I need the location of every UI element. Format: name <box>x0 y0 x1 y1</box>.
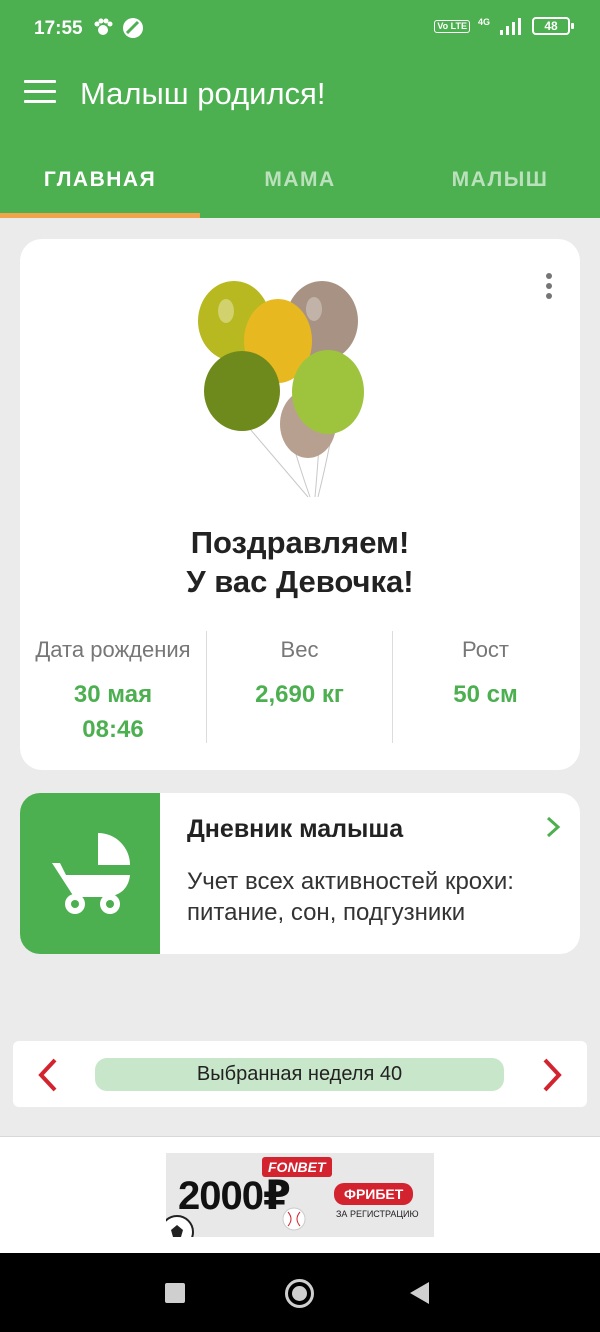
paw-notification-icon <box>94 18 113 35</box>
birth-card: Поздравляем! У вас Девочка! Дата рождени… <box>20 239 580 770</box>
chevron-right-icon[interactable] <box>537 1057 567 1093</box>
baby-diary-card[interactable]: Дневник малыша Учет всех активностей кро… <box>20 793 580 954</box>
balloons-image <box>198 281 364 498</box>
signal-icon <box>500 18 521 35</box>
congrats-heading: Поздравляем! У вас Девочка! <box>20 523 580 601</box>
network-type: 4G <box>477 17 490 27</box>
selected-week-pill[interactable]: Выбранная неделя 40 <box>95 1058 504 1091</box>
sync-notification-icon <box>123 18 143 38</box>
stat-birth-date: Дата рождения 30 мая 08:46 <box>20 631 206 743</box>
status-bar: 17:55 Vo LTE 4G 48 <box>0 0 600 58</box>
week-selector: Выбранная неделя 40 <box>13 1041 587 1107</box>
tab-main[interactable]: ГЛАВНАЯ <box>0 142 200 218</box>
ball-icon <box>282 1207 306 1231</box>
nav-recents-icon[interactable] <box>165 1283 185 1303</box>
weight-value: 2,690 кг <box>255 681 344 708</box>
app-title: Малыш родился! <box>80 76 326 111</box>
stat-label: Дата рождения <box>35 637 191 662</box>
stat-label: Рост <box>461 637 510 662</box>
stroller-icon <box>52 833 130 914</box>
top-bar: 17:55 Vo LTE 4G 48 Малыш родился! ГЛАВНА… <box>0 0 600 218</box>
volte-indicator: Vo LTE <box>434 19 470 33</box>
congrats-line-1: Поздравляем! <box>190 525 410 560</box>
nav-home-icon[interactable] <box>285 1279 314 1308</box>
diary-description: Учет всех активностей крохи: питание, со… <box>187 868 514 926</box>
diary-title: Дневник малыша <box>187 815 404 843</box>
status-time: 17:55 <box>34 18 83 39</box>
tab-mom[interactable]: МАМА <box>200 142 400 218</box>
ad-banner-area: FONBET 2000₽ ФРИБЕТ ЗА РЕГИСТРАЦИЮ <box>0 1136 600 1253</box>
tab-bar: ГЛАВНАЯ МАМА МАЛЫШ <box>0 142 600 218</box>
stat-height: Рост 50 см <box>392 631 578 743</box>
stat-value: 30 мая 08:46 <box>20 677 206 747</box>
chevron-left-icon[interactable] <box>33 1057 63 1093</box>
ad-amount: 2000₽ <box>178 1174 291 1218</box>
tab-baby[interactable]: МАЛЫШ <box>400 142 600 218</box>
ad-badge: ФРИБЕТ <box>334 1183 414 1205</box>
battery-indicator: 48 <box>532 17 574 35</box>
app-bar: Малыш родился! <box>0 58 600 138</box>
chevron-right-icon <box>546 816 561 838</box>
ball-icon <box>166 1215 194 1237</box>
congrats-line-2: У вас Девочка! <box>186 564 414 599</box>
stat-weight: Вес 2,690 кг <box>206 631 392 743</box>
stat-label: Вес <box>280 637 319 662</box>
nav-back-icon[interactable] <box>410 1282 429 1304</box>
menu-icon[interactable] <box>24 80 56 106</box>
ad-banner[interactable]: FONBET 2000₽ ФРИБЕТ ЗА РЕГИСТРАЦИЮ <box>166 1153 434 1237</box>
height-value: 50 см <box>453 681 518 708</box>
birth-time-value: 08:46 <box>82 716 144 743</box>
more-vert-icon[interactable] <box>544 273 554 303</box>
ad-subtitle: ЗА РЕГИСТРАЦИЮ <box>336 1209 419 1219</box>
birth-date-value: 30 мая <box>73 681 153 708</box>
system-nav-bar <box>0 1253 600 1332</box>
birth-stats: Дата рождения 30 мая 08:46 Вес 2,690 кг … <box>20 631 580 743</box>
